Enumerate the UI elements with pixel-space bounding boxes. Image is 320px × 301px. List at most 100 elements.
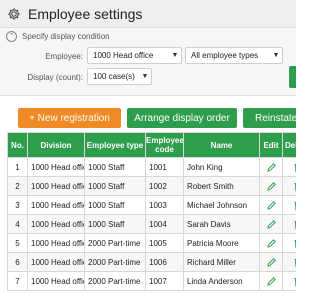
- cell-no: 1: [7, 157, 28, 177]
- employee-table: No. Division Employee type Employee code…: [7, 132, 296, 291]
- cell-division: 1000 Head office: [27, 214, 85, 234]
- trash-icon[interactable]: [293, 276, 296, 286]
- cell-employee-type: 1000 Staff: [84, 214, 146, 234]
- cell-division: 1000 Head office: [27, 233, 85, 253]
- cell-name: Michael Johnson: [183, 195, 260, 215]
- pencil-icon[interactable]: [266, 219, 277, 229]
- edit-cell[interactable]: [259, 233, 283, 253]
- cell-employee-code: 1002: [145, 176, 184, 196]
- cell-name: Sarah Davis: [183, 214, 260, 234]
- cell-name: Patricia Moore: [183, 233, 260, 253]
- delete-cell[interactable]: [282, 233, 296, 253]
- delete-cell[interactable]: [282, 195, 296, 215]
- table-row[interactable]: 61000 Head office2000 Part-time1006Richa…: [7, 252, 296, 272]
- cell-employee-code: 1007: [145, 271, 184, 291]
- col-delete: Delete: [282, 132, 296, 158]
- cell-division: 1000 Head office: [27, 195, 85, 215]
- condition-toggle[interactable]: ⌃ Specify display condition: [6, 31, 110, 42]
- delete-cell[interactable]: [282, 157, 296, 177]
- cell-name: Linda Anderson: [183, 271, 260, 291]
- cell-no: 2: [7, 176, 28, 196]
- table-row[interactable]: 41000 Head office1000 Staff1004Sarah Dav…: [7, 214, 296, 234]
- employee-type-select[interactable]: All employee types ▼: [185, 47, 283, 64]
- edit-cell[interactable]: [259, 214, 283, 234]
- table-header-row: No. Division Employee type Employee code…: [7, 132, 296, 158]
- cell-no: 5: [7, 233, 28, 253]
- new-registration-button[interactable]: + New registration: [18, 108, 121, 128]
- delete-cell[interactable]: [282, 271, 296, 291]
- delete-cell[interactable]: [282, 252, 296, 272]
- cell-name: John King: [183, 157, 260, 177]
- employee-type-select-value: All employee types: [191, 51, 259, 60]
- cell-employee-type: 2000 Part-time: [84, 271, 146, 291]
- pencil-icon[interactable]: [266, 200, 277, 210]
- edit-cell[interactable]: [259, 252, 283, 272]
- edit-cell[interactable]: [259, 195, 283, 215]
- display-count-select-value: 100 case(s): [93, 72, 135, 81]
- arrange-display-order-button[interactable]: Arrange display order: [127, 108, 237, 128]
- table-row[interactable]: 31000 Head office1000 Staff1003Michael J…: [7, 195, 296, 215]
- cell-employee-code: 1003: [145, 195, 184, 215]
- cell-employee-type: 2000 Part-time: [84, 233, 146, 253]
- caret-down-icon: ▼: [272, 52, 280, 59]
- delete-cell[interactable]: [282, 176, 296, 196]
- cell-name: Richard Miller: [183, 252, 260, 272]
- col-name[interactable]: Name: [183, 132, 260, 158]
- cell-employee-code: 1006: [145, 252, 184, 272]
- table-row[interactable]: 51000 Head office2000 Part-time1005Patri…: [7, 233, 296, 253]
- page-title: Employee settings: [28, 5, 143, 22]
- employee-label: Employee:: [45, 52, 83, 61]
- col-no[interactable]: No.: [7, 132, 28, 158]
- pencil-icon[interactable]: [266, 162, 277, 172]
- trash-icon[interactable]: [293, 200, 296, 210]
- table-row[interactable]: 21000 Head office1000 Staff1002Robert Sm…: [7, 176, 296, 196]
- reinstate-button[interactable]: Reinstate: [243, 108, 296, 128]
- cell-division: 1000 Head office: [27, 176, 85, 196]
- table-row[interactable]: 11000 Head office1000 Staff1001John King: [7, 157, 296, 177]
- employee-table-wrapper: No. Division Employee type Employee code…: [7, 132, 296, 301]
- cell-division: 1000 Head office: [27, 157, 85, 177]
- trash-icon[interactable]: [293, 238, 296, 248]
- cell-employee-code: 1004: [145, 214, 184, 234]
- gear-icon: [7, 7, 21, 21]
- employee-select-value: 1000 Head office: [93, 51, 154, 60]
- trash-icon[interactable]: [293, 257, 296, 267]
- cell-no: 4: [7, 214, 28, 234]
- display-count-select[interactable]: 100 case(s) ▼: [87, 68, 152, 85]
- edit-cell[interactable]: [259, 176, 283, 196]
- trash-icon[interactable]: [293, 181, 296, 191]
- cell-employee-type: 1000 Staff: [84, 176, 146, 196]
- pencil-icon[interactable]: [266, 238, 277, 248]
- pencil-icon[interactable]: [266, 257, 277, 267]
- edit-cell[interactable]: [259, 271, 283, 291]
- trash-icon[interactable]: [293, 219, 296, 229]
- table-row[interactable]: 71000 Head office2000 Part-time1007Linda…: [7, 271, 296, 291]
- cell-name: Robert Smith: [183, 176, 260, 196]
- cell-no: 6: [7, 252, 28, 272]
- cell-employee-type: 1000 Staff: [84, 157, 146, 177]
- trash-icon[interactable]: [293, 162, 296, 172]
- col-employee-type[interactable]: Employee type: [84, 132, 146, 158]
- chevron-up-icon: ⌃: [6, 31, 17, 42]
- cell-division: 1000 Head office: [27, 271, 85, 291]
- col-edit: Edit: [259, 132, 283, 158]
- cell-no: 7: [7, 271, 28, 291]
- cell-no: 3: [7, 195, 28, 215]
- caret-down-icon: ▼: [141, 73, 149, 80]
- col-employee-code[interactable]: Employee code: [145, 132, 184, 158]
- pencil-icon[interactable]: [266, 181, 277, 191]
- employee-select[interactable]: 1000 Head office ▼: [87, 47, 182, 64]
- edit-cell[interactable]: [259, 157, 283, 177]
- page-header: Employee settings: [0, 0, 296, 28]
- caret-down-icon: ▼: [171, 52, 179, 59]
- cell-employee-code: 1001: [145, 157, 184, 177]
- search-button[interactable]: [289, 66, 296, 88]
- cell-employee-type: 1000 Staff: [84, 195, 146, 215]
- display-count-label: Display (count):: [27, 73, 83, 82]
- cell-employee-code: 1005: [145, 233, 184, 253]
- pencil-icon[interactable]: [266, 276, 277, 286]
- cell-division: 1000 Head office: [27, 252, 85, 272]
- employee-settings-page: Employee settings ⌃ Specify display cond…: [0, 0, 296, 301]
- delete-cell[interactable]: [282, 214, 296, 234]
- col-division[interactable]: Division: [27, 132, 85, 158]
